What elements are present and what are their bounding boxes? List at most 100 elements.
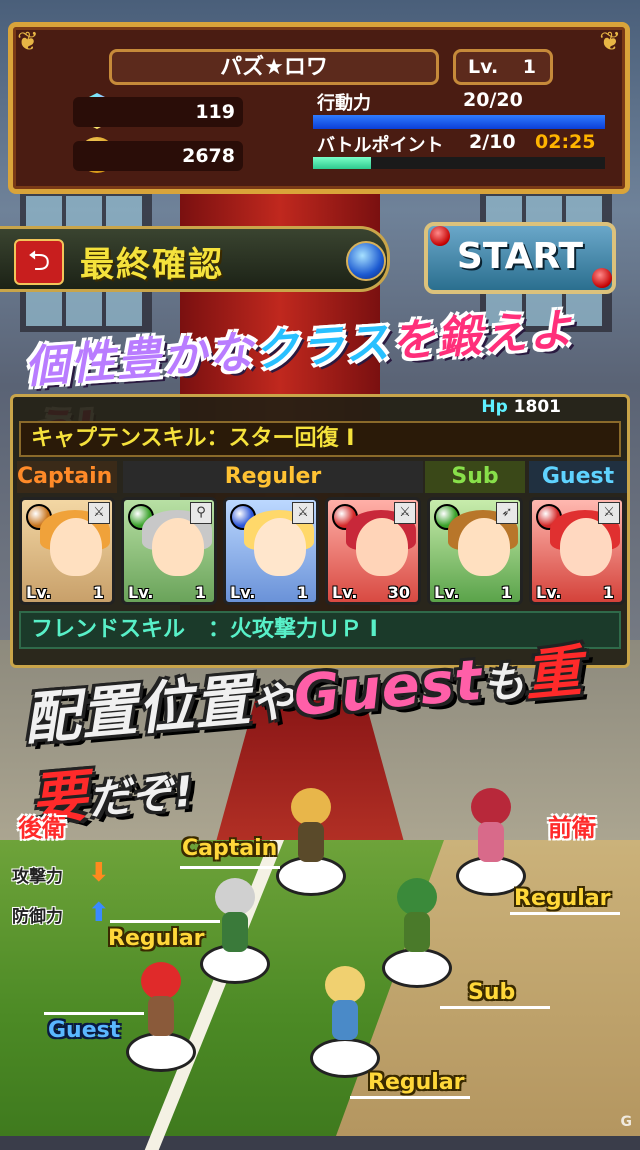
gem-count: 119 xyxy=(73,97,243,127)
regular1-position-label: Regular xyxy=(108,926,205,951)
character-body xyxy=(404,912,430,952)
header-regular: Reguler xyxy=(123,461,423,493)
battle-points-value: 2/10 xyxy=(469,131,516,153)
banner2-part6: だぞ! xyxy=(86,766,197,825)
rear-guard-label: 後衛 xyxy=(18,814,66,842)
card-level-label: Lv. xyxy=(434,583,460,602)
regular2-position-label: Regular xyxy=(514,886,611,911)
final-confirm-title: 最終確認 xyxy=(80,245,224,285)
back-arrow-icon[interactable]: ⮌ xyxy=(14,239,64,285)
character-face xyxy=(560,518,612,576)
battle-points-bar xyxy=(313,157,605,169)
ruby-ornament-icon xyxy=(592,268,612,288)
character-head xyxy=(325,966,365,1004)
action-points-label: 行動力 xyxy=(317,93,371,114)
card-level-label: Lv. xyxy=(26,583,52,602)
weapon-icon: ⚔ xyxy=(598,502,620,524)
party-hp: Hp 1801 xyxy=(481,397,561,417)
header-captain: Captain xyxy=(17,461,117,493)
character-body xyxy=(332,1000,358,1040)
character-body xyxy=(148,996,174,1036)
party-card-regular-3[interactable]: ⚔ Lv. 30 xyxy=(325,497,421,605)
level-value: 1 xyxy=(522,56,536,78)
pointer-line xyxy=(44,1012,144,1015)
party-card-regular-2[interactable]: ⚔ Lv. 1 xyxy=(223,497,319,605)
friend-skill-label: フレンドスキル xyxy=(31,617,186,642)
player-name: パズ★ロワ xyxy=(109,49,439,85)
banner2-part2: や xyxy=(249,676,297,729)
banner2-part3: Guest xyxy=(291,647,486,730)
card-level: 1 xyxy=(92,583,104,602)
blue-orb-icon xyxy=(346,241,386,281)
character-body xyxy=(478,822,504,862)
final-confirm-bar: ⮌ 最終確認 xyxy=(0,226,390,292)
character-face xyxy=(50,518,102,576)
card-level: 30 xyxy=(387,583,410,602)
action-points-fill xyxy=(313,115,605,129)
character-head xyxy=(291,788,331,826)
party-card-regular-1[interactable]: ⚲ Lv. 1 xyxy=(121,497,217,605)
party-card-guest[interactable]: ⚔ Lv. 1 xyxy=(529,497,625,605)
character-face xyxy=(152,518,204,576)
header-sub: Sub xyxy=(425,461,525,493)
card-level: 1 xyxy=(296,583,308,602)
player-level: Lv. 1 xyxy=(453,49,553,85)
header-guest: Guest xyxy=(529,461,627,493)
character-head xyxy=(141,962,181,1000)
card-level: 1 xyxy=(602,583,614,602)
captain-position-label: Captain xyxy=(182,836,278,861)
party-card-captain[interactable]: ⚔ Lv. 1 xyxy=(19,497,115,605)
captain-character xyxy=(286,788,336,868)
corner-ornament-icon: ❦ xyxy=(17,27,39,57)
pointer-line xyxy=(110,920,220,923)
party-panel: Hp 1801 キャプテンスキル：スター回復 I Captain Reguler… xyxy=(10,394,630,668)
card-level: 1 xyxy=(500,583,512,602)
pointer-line xyxy=(180,866,280,869)
weapon-icon: ➶ xyxy=(496,502,518,524)
action-points-value: 20/20 xyxy=(463,89,523,111)
ruby-ornament-icon xyxy=(430,226,450,246)
up-arrow-icon: ⬆ xyxy=(88,898,110,928)
defense-label: 防御力 xyxy=(12,907,63,927)
start-button[interactable]: START xyxy=(424,222,616,294)
pointer-line xyxy=(440,1006,550,1009)
card-level-label: Lv. xyxy=(536,583,562,602)
character-face xyxy=(356,518,408,576)
guest-position-label: Guest xyxy=(48,1018,121,1043)
character-head xyxy=(397,878,437,916)
banner2-part1: 配置位置 xyxy=(21,668,255,753)
banner1-part2: クラス xyxy=(252,316,393,378)
sub-character xyxy=(392,878,442,958)
weapon-icon: ⚔ xyxy=(88,502,110,524)
character-head xyxy=(471,788,511,826)
pointer-line xyxy=(510,912,620,915)
down-arrow-icon: ⬇ xyxy=(88,858,110,888)
banner2-part4: も xyxy=(480,656,528,709)
sub-position-label: Sub xyxy=(468,980,516,1005)
watermark-logo: G xyxy=(620,1114,633,1130)
regular3-position-label: Regular xyxy=(368,1070,465,1095)
card-level-label: Lv. xyxy=(128,583,154,602)
attack-label: 攻撃力 xyxy=(12,867,63,887)
regular1-character xyxy=(210,878,260,958)
hp-value: 1801 xyxy=(513,397,561,417)
friend-skill-value: ：火攻撃力ＵＰ I xyxy=(208,617,378,642)
banner1-part1: 個性豊かな xyxy=(23,326,257,394)
guest-character xyxy=(136,962,186,1042)
character-face xyxy=(458,518,510,576)
battle-points-label: バトルポイント xyxy=(317,135,444,156)
level-label: Lv. xyxy=(468,56,499,78)
character-body xyxy=(298,822,324,862)
captain-skill: キャプテンスキル：スター回復 I xyxy=(19,421,621,457)
weapon-icon: ⚔ xyxy=(394,502,416,524)
front-guard-label: 前衛 xyxy=(548,814,596,842)
battle-points-fill xyxy=(313,157,372,169)
character-body xyxy=(222,912,248,952)
weapon-icon: ⚲ xyxy=(190,502,212,524)
character-face xyxy=(254,518,306,576)
coin-count: 2678 xyxy=(73,141,243,171)
party-card-sub[interactable]: ➶ Lv. 1 xyxy=(427,497,523,605)
status-panel: ❦ ❦ パズ★ロワ Lv. 1 119 2678 行動力 20/20 バトルポイ… xyxy=(8,22,630,194)
action-points-bar xyxy=(313,115,605,129)
pointer-line xyxy=(350,1096,470,1099)
